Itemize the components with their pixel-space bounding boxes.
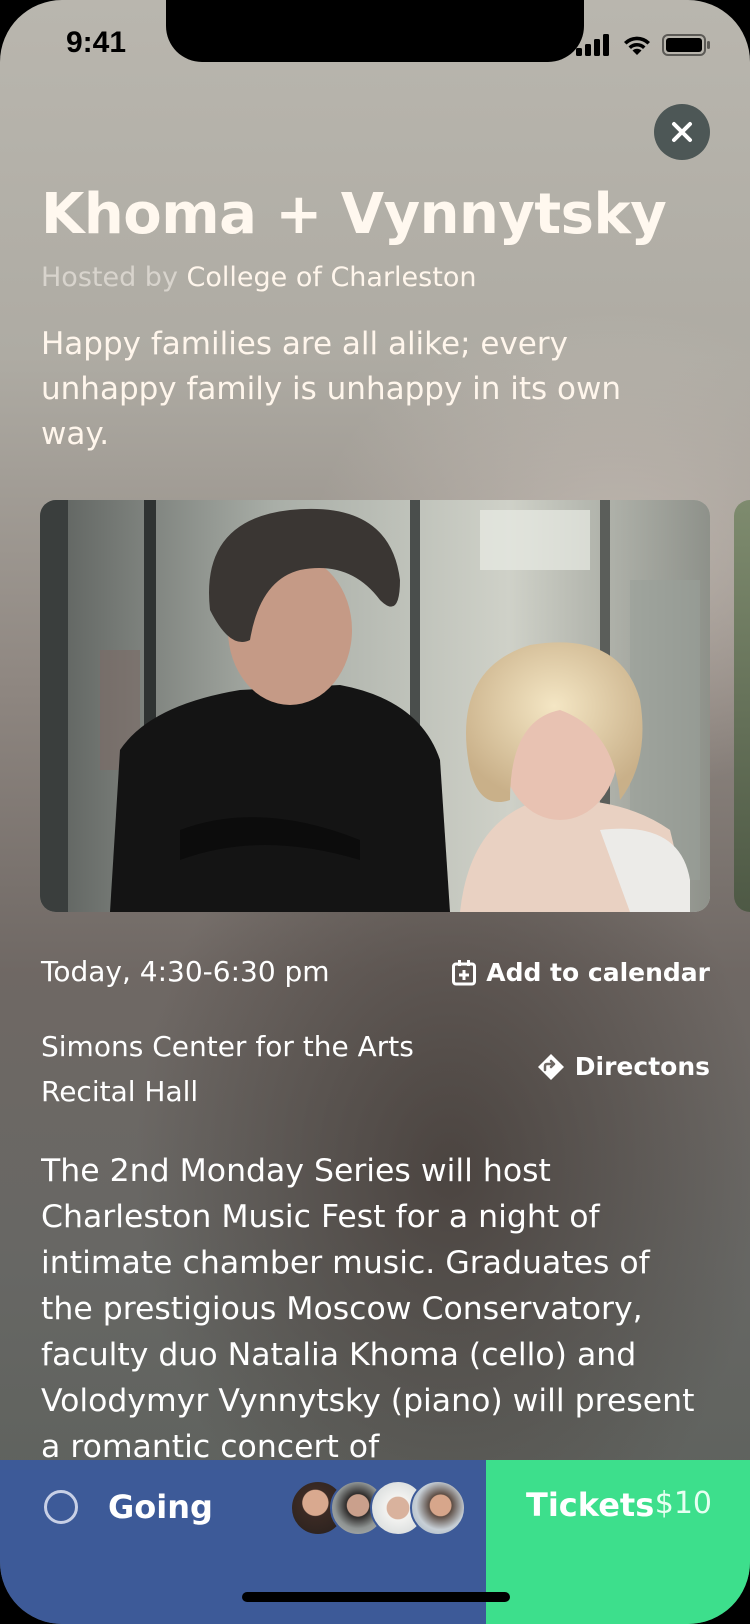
- tickets-button[interactable]: Tickets $10: [486, 1460, 750, 1624]
- directions-label: Directons: [574, 1052, 710, 1081]
- avatar: [410, 1480, 466, 1536]
- status-icons: [576, 34, 710, 56]
- event-photo[interactable]: [40, 500, 710, 912]
- host-name-link[interactable]: College of Charleston: [187, 262, 477, 293]
- going-checkbox-icon[interactable]: [44, 1490, 78, 1524]
- event-detail-screen: 9:41 Khoma + Vynnytsky Hosted by College…: [0, 0, 750, 1624]
- event-description: The 2nd Monday Series will host Charlest…: [41, 1153, 695, 1460]
- hosted-by: Hosted by College of Charleston: [41, 262, 476, 293]
- wifi-icon: [624, 36, 650, 55]
- venue-name: Simons Center for the Arts: [41, 1030, 414, 1063]
- event-tagline: Happy families are all alike; every unha…: [41, 326, 621, 452]
- status-time: 9:41: [66, 26, 127, 59]
- event-venue: Simons Center for the Arts Recital Hall: [41, 1024, 471, 1114]
- device-notch: [166, 0, 584, 62]
- event-title: Khoma + Vynnytsky: [41, 182, 667, 247]
- next-photo-preview[interactable]: [734, 500, 750, 912]
- event-photo-image: [40, 500, 710, 912]
- cellular-signal-icon: [576, 34, 609, 56]
- add-to-calendar-label: Add to calendar: [486, 958, 710, 987]
- close-button[interactable]: [654, 104, 710, 160]
- add-to-calendar-button[interactable]: Add to calendar: [452, 958, 710, 987]
- close-icon: [672, 122, 692, 142]
- going-label: Going: [108, 1488, 213, 1526]
- calendar-plus-icon: [452, 959, 477, 985]
- home-indicator: [242, 1592, 510, 1602]
- directions-button[interactable]: Directons: [537, 1052, 710, 1081]
- directions-icon: [537, 1053, 564, 1080]
- hosted-by-label: Hosted by: [41, 262, 187, 293]
- venue-room: Recital Hall: [41, 1075, 199, 1108]
- battery-icon: [662, 34, 710, 56]
- tickets-label: Tickets: [526, 1486, 655, 1524]
- attendee-avatars[interactable]: [290, 1480, 466, 1536]
- tickets-price: $10: [654, 1486, 712, 1521]
